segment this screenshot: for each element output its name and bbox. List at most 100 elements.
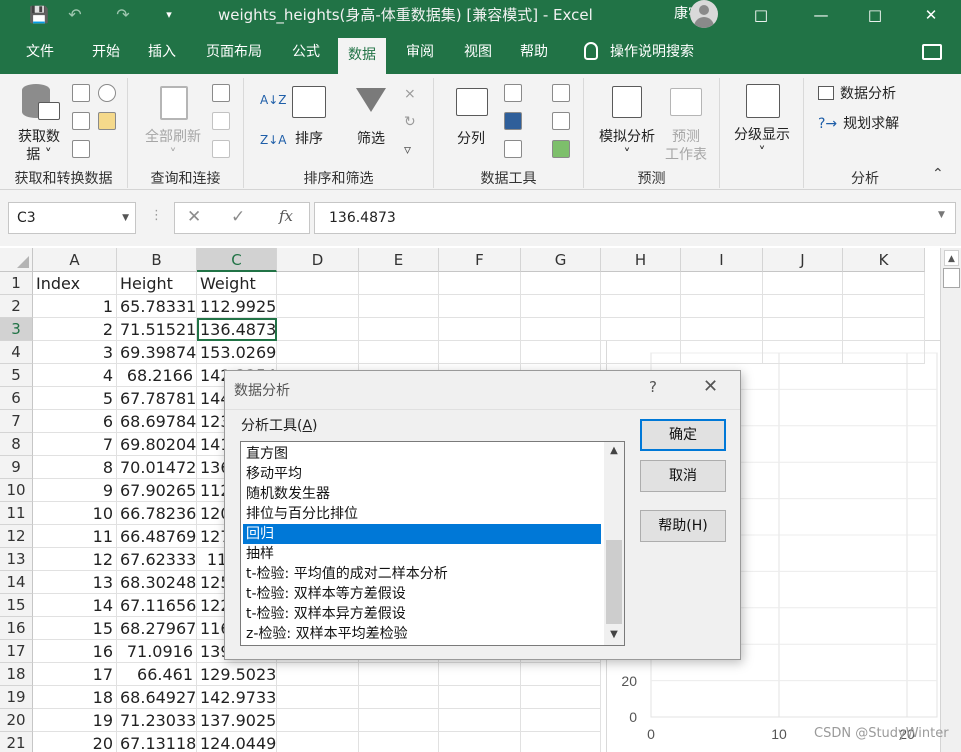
row-header[interactable]: 4 [0, 341, 33, 364]
cancel-icon[interactable]: ✕ [187, 207, 201, 227]
expand-formula-icon[interactable]: ▼ [938, 210, 945, 220]
table-cell[interactable]: 15 [33, 617, 117, 640]
filter-button[interactable]: 筛选 [348, 80, 394, 164]
table-cell[interactable]: 67.78781 [117, 387, 197, 410]
row-header[interactable]: 2 [0, 295, 33, 318]
tab-review[interactable]: 审阅 [406, 30, 434, 74]
undo-icon[interactable]: ↶ [62, 4, 88, 26]
header-cell[interactable]: Weight [197, 272, 277, 295]
column-header-h[interactable]: H [601, 248, 681, 272]
empty-cell[interactable] [277, 318, 359, 341]
consolidate-icon[interactable] [552, 84, 570, 102]
cancel-button[interactable]: 取消 [640, 460, 726, 492]
table-cell[interactable]: 2 [33, 318, 117, 341]
empty-cell[interactable] [359, 341, 439, 364]
empty-cell[interactable] [439, 732, 521, 752]
row-header[interactable]: 20 [0, 709, 33, 732]
flash-fill-icon[interactable] [504, 84, 522, 102]
column-header-d[interactable]: D [277, 248, 359, 272]
table-cell[interactable]: 66.78236 [117, 502, 197, 525]
empty-cell[interactable] [843, 341, 925, 364]
table-cell[interactable]: 68.64927 [117, 686, 197, 709]
list-item[interactable]: t-检验: 双样本异方差假设 [243, 604, 601, 624]
tab-formulas[interactable]: 公式 [292, 30, 320, 74]
empty-cell[interactable] [277, 732, 359, 752]
table-cell[interactable]: 10 [33, 502, 117, 525]
empty-cell[interactable] [439, 686, 521, 709]
data-model-icon[interactable] [552, 140, 570, 158]
data-analysis-button[interactable]: 数据分析 [818, 84, 896, 104]
empty-cell[interactable] [521, 295, 601, 318]
scroll-up-icon[interactable]: ▲ [604, 442, 624, 460]
table-cell[interactable]: 66.461 [117, 663, 197, 686]
empty-cell[interactable] [681, 295, 763, 318]
table-cell[interactable]: 68.27967 [117, 617, 197, 640]
get-data-button[interactable]: 获取数 据 ˅ [8, 80, 70, 164]
help-icon[interactable]: ? [649, 378, 657, 396]
row-header[interactable]: 16 [0, 617, 33, 640]
row-header[interactable]: 6 [0, 387, 33, 410]
empty-cell[interactable] [359, 686, 439, 709]
list-item[interactable]: 抽样 [243, 544, 601, 564]
tab-file[interactable]: 文件 [26, 30, 54, 74]
minimize-icon[interactable]: — [798, 0, 844, 30]
table-cell[interactable]: 129.5023 [197, 663, 277, 686]
empty-cell[interactable] [601, 341, 681, 364]
ok-button[interactable]: 确定 [640, 419, 726, 451]
close-dialog-icon[interactable]: ✕ [703, 376, 718, 397]
empty-cell[interactable] [439, 318, 521, 341]
empty-cell[interactable] [277, 686, 359, 709]
scroll-down-icon[interactable]: ▼ [604, 626, 624, 644]
what-if-analysis-button[interactable]: 模拟分析 ˅ [592, 80, 662, 164]
empty-cell[interactable] [277, 709, 359, 732]
forecast-sheet-button[interactable]: 预测 工作表 [660, 80, 712, 164]
sort-z-a-icon[interactable]: Z↓A [260, 130, 286, 150]
list-item[interactable]: 直方图 [243, 444, 601, 464]
column-header-e[interactable]: E [359, 248, 439, 272]
column-header-g[interactable]: G [521, 248, 601, 272]
table-cell[interactable]: 68.2166 [117, 364, 197, 387]
empty-cell[interactable] [359, 318, 439, 341]
table-cell[interactable]: 17 [33, 663, 117, 686]
chevron-down-icon[interactable]: ▼ [122, 203, 129, 233]
empty-cell[interactable] [601, 295, 681, 318]
column-header-a[interactable]: A [33, 248, 117, 272]
table-cell[interactable]: 20 [33, 732, 117, 752]
tab-insert[interactable]: 插入 [148, 30, 176, 74]
reapply-icon[interactable]: ↻ [404, 112, 416, 132]
enter-icon[interactable]: ✓ [231, 207, 245, 227]
tab-help[interactable]: 帮助 [520, 30, 548, 74]
empty-cell[interactable] [521, 663, 601, 686]
table-cell[interactable]: 112.9925 [197, 295, 277, 318]
empty-cell[interactable] [439, 341, 521, 364]
ribbon-display-options-icon[interactable]: □ [738, 0, 784, 30]
table-cell[interactable]: 66.48769 [117, 525, 197, 548]
table-cell[interactable]: 67.11656 [117, 594, 197, 617]
empty-cell[interactable] [439, 272, 521, 295]
row-header[interactable]: 19 [0, 686, 33, 709]
from-web-icon[interactable] [72, 112, 90, 130]
empty-cell[interactable] [521, 272, 601, 295]
column-header-c[interactable]: C [197, 248, 277, 272]
empty-cell[interactable] [521, 732, 601, 752]
list-scroll-thumb[interactable] [606, 540, 622, 624]
table-cell[interactable]: 71.0916 [117, 640, 197, 663]
row-header[interactable]: 7 [0, 410, 33, 433]
queries-connections-icon[interactable] [212, 84, 230, 102]
solver-button[interactable]: ?→ 规划求解 [818, 114, 899, 134]
table-cell[interactable]: 67.90265 [117, 479, 197, 502]
clear-filter-icon[interactable]: ⨯ [404, 84, 416, 104]
column-header-j[interactable]: J [763, 248, 843, 272]
list-item[interactable]: t-检验: 平均值的成对二样本分析 [243, 564, 601, 584]
column-header-f[interactable]: F [439, 248, 521, 272]
name-box[interactable]: C3 ▼ [8, 202, 136, 234]
empty-cell[interactable] [763, 295, 843, 318]
maximize-icon[interactable]: □ [852, 0, 898, 30]
table-cell[interactable]: 142.9733 [197, 686, 277, 709]
text-to-columns-button[interactable]: 分列 [444, 80, 498, 164]
refresh-all-button[interactable]: 全部刷新 ˅ [138, 80, 208, 164]
empty-cell[interactable] [359, 663, 439, 686]
table-cell[interactable]: 67.62333 [117, 548, 197, 571]
table-cell[interactable]: 68.30248 [117, 571, 197, 594]
list-item[interactable]: 回归 [243, 524, 601, 544]
